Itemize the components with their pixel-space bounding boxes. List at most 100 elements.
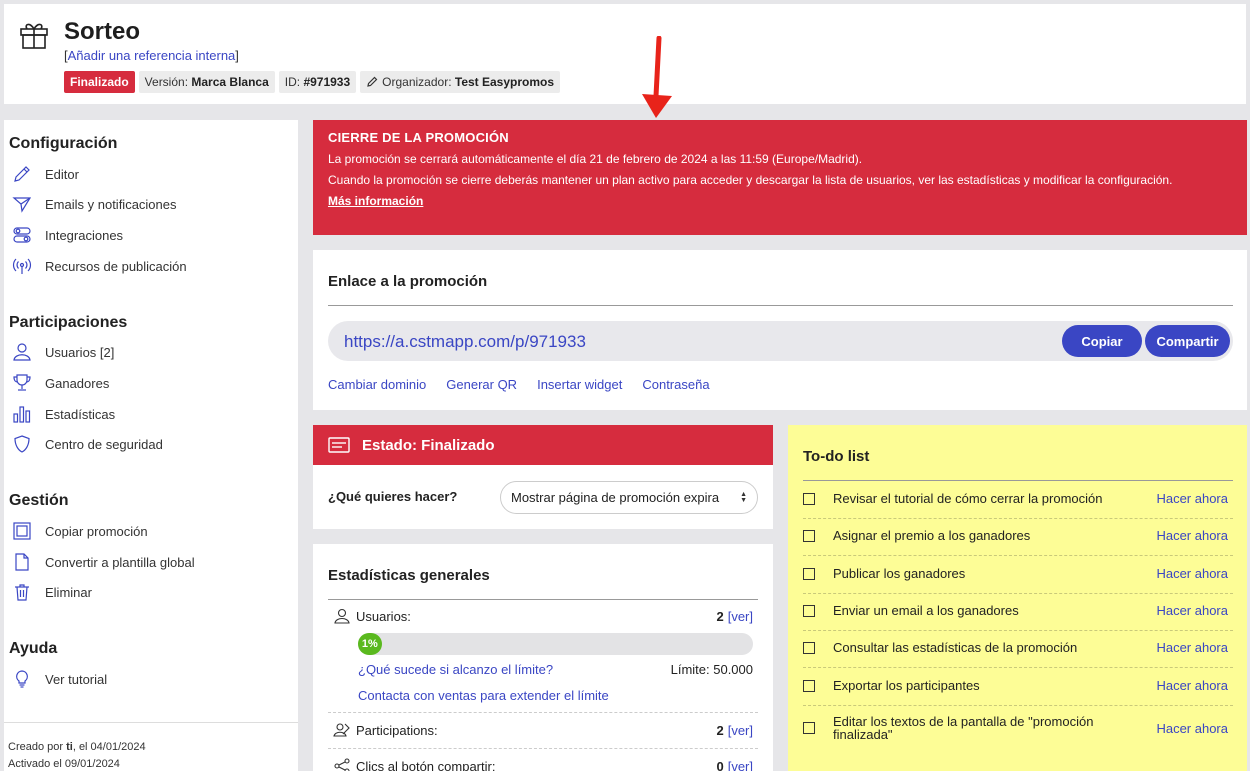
users-progress-bar: 1% xyxy=(358,633,753,655)
todo-checkbox[interactable] xyxy=(803,604,815,617)
stat-share-clicks: Clics al botón compartir: 0 [ver] xyxy=(333,757,753,771)
divider xyxy=(328,599,758,600)
sidebar-item-integrations[interactable]: Integraciones xyxy=(12,222,123,248)
copy-button[interactable]: Copiar xyxy=(1062,325,1142,357)
status-action-select[interactable]: Mostrar página de promoción expira ▲ ▼ xyxy=(500,481,758,514)
copy-icon xyxy=(13,522,31,540)
view-participations-link[interactable]: [ver] xyxy=(728,723,753,738)
status-card: ¿Qué quieres hacer? Mostrar página de pr… xyxy=(313,465,773,529)
page-title: Sorteo xyxy=(64,18,141,45)
todo-checkbox[interactable] xyxy=(803,529,815,542)
todo-checkbox[interactable] xyxy=(803,567,815,580)
promotion-badges: Finalizado Versión: Marca Blanca ID: #97… xyxy=(64,71,561,93)
promotion-url[interactable]: https://a.cstmapp.com/p/971933 xyxy=(344,332,586,352)
sidebar-section-help: Ayuda xyxy=(9,640,58,657)
divider xyxy=(328,712,758,713)
trash-icon xyxy=(15,584,29,601)
sidebar-section-management: Gestión xyxy=(9,492,69,509)
version-badge: Versión: Marca Blanca xyxy=(138,71,275,93)
password-link[interactable]: Contraseña xyxy=(642,377,709,392)
do-now-link[interactable]: Hacer ahora xyxy=(1156,721,1228,736)
todo-item: Exportar los participantes Hacer ahora xyxy=(803,678,1233,693)
pencil-icon xyxy=(14,166,30,182)
insert-widget-link[interactable]: Insertar widget xyxy=(537,377,622,392)
organizer-badge[interactable]: Organizador: Test Easypromos xyxy=(360,71,561,93)
sidebar-item-users[interactable]: Usuarios [2] xyxy=(12,339,114,365)
do-now-link[interactable]: Hacer ahora xyxy=(1156,640,1228,655)
sidebar-item-copy-promotion[interactable]: Copiar promoción xyxy=(12,518,148,544)
progress-fill: 1% xyxy=(358,633,382,655)
sidebar-item-security-center[interactable]: Centro de seguridad xyxy=(12,431,163,457)
user-icon xyxy=(13,343,31,361)
bar-chart-icon xyxy=(13,406,31,423)
sidebar-item-delete[interactable]: Eliminar xyxy=(12,579,92,605)
divider xyxy=(803,480,1233,481)
participations-icon xyxy=(333,723,350,737)
sidebar-item-editor[interactable]: Editor xyxy=(12,161,79,187)
gift-icon xyxy=(20,23,48,49)
divider xyxy=(328,305,1233,306)
ticket-icon xyxy=(328,437,350,453)
do-now-link[interactable]: Hacer ahora xyxy=(1156,566,1228,581)
todo-title: To-do list xyxy=(803,448,870,465)
status-badge: Finalizado xyxy=(64,71,135,93)
sidebar-item-tutorial[interactable]: Ver tutorial xyxy=(12,666,107,692)
alert-line-1: La promoción se cerrará automáticamente … xyxy=(328,152,863,166)
sidebar-item-emails[interactable]: Emails y notificaciones xyxy=(12,191,177,217)
do-now-link[interactable]: Hacer ahora xyxy=(1156,528,1228,543)
closing-alert: CIERRE DE LA PROMOCIÓN La promoción se c… xyxy=(313,120,1247,235)
todo-checkbox[interactable] xyxy=(803,722,815,734)
todo-checkbox[interactable] xyxy=(803,492,815,505)
activated-info: Activado el 09/01/2024 xyxy=(8,758,120,770)
broadcast-icon xyxy=(12,258,32,274)
send-icon xyxy=(12,197,32,213)
todo-item: Consultar las estadísticas de la promoci… xyxy=(803,640,1233,655)
contact-sales-link[interactable]: Contacta con ventas para extender el lím… xyxy=(358,688,609,703)
toggles-icon xyxy=(13,227,31,243)
status-question: ¿Qué quieres hacer? xyxy=(328,489,458,504)
stats-title: Estadísticas generales xyxy=(328,567,490,584)
do-now-link[interactable]: Hacer ahora xyxy=(1156,678,1228,693)
alert-title: CIERRE DE LA PROMOCIÓN xyxy=(328,130,509,145)
todo-item: Publicar los ganadores Hacer ahora xyxy=(803,566,1233,581)
lightbulb-icon xyxy=(16,670,28,688)
file-icon xyxy=(15,553,29,571)
stat-participations: Participations: 2 [ver] xyxy=(333,721,753,739)
id-badge: ID: #971933 xyxy=(278,71,357,93)
view-share-clicks-link[interactable]: [ver] xyxy=(728,759,753,771)
general-stats-card: Estadísticas generales Usuarios: 2 [ver] … xyxy=(313,544,773,771)
todo-item: Revisar el tutorial de cómo cerrar la pr… xyxy=(803,491,1233,506)
promotion-header: Sorteo [Añadir una referencia interna] F… xyxy=(4,4,1246,104)
add-internal-reference-link[interactable]: Añadir una referencia interna xyxy=(68,48,236,63)
todo-checkbox[interactable] xyxy=(803,679,815,692)
status-header: Estado: Finalizado xyxy=(313,425,773,465)
link-card-title: Enlace a la promoción xyxy=(328,273,488,290)
todo-item: Editar los textos de la pantalla de "pro… xyxy=(803,715,1233,741)
sidebar-section-config: Configuración xyxy=(9,135,118,152)
view-users-link[interactable]: [ver] xyxy=(728,609,753,624)
sidebar-footer: Creado por ti, el 04/01/2024 Activado el… xyxy=(4,722,298,771)
sidebar-item-convert-template[interactable]: Convertir a plantilla global xyxy=(12,549,195,575)
todo-checkbox[interactable] xyxy=(803,641,815,654)
more-info-link[interactable]: Más información xyxy=(328,194,423,208)
red-arrow-annotation xyxy=(642,36,672,118)
promotion-link-card: Enlace a la promoción https://a.cstmapp.… xyxy=(313,250,1247,410)
generate-qr-link[interactable]: Generar QR xyxy=(446,377,517,392)
sidebar-item-publication-resources[interactable]: Recursos de publicación xyxy=(12,253,187,279)
sidebar-item-statistics[interactable]: Estadísticas xyxy=(12,401,115,427)
select-caret-icon: ▲ ▼ xyxy=(740,491,747,504)
alert-line-2: Cuando la promoción se cierre deberás ma… xyxy=(328,173,1173,187)
sidebar-item-winners[interactable]: Ganadores xyxy=(12,370,109,396)
limit-question-link[interactable]: ¿Qué sucede si alcanzo el límite? xyxy=(358,662,553,677)
do-now-link[interactable]: Hacer ahora xyxy=(1156,491,1228,506)
todo-list-card: To-do list Revisar el tutorial de cómo c… xyxy=(788,425,1247,771)
divider xyxy=(328,748,758,749)
change-domain-link[interactable]: Cambiar dominio xyxy=(328,377,426,392)
todo-item: Asignar el premio a los ganadores Hacer … xyxy=(803,528,1233,543)
todo-item: Enviar un email a los ganadores Hacer ah… xyxy=(803,603,1233,618)
share-button[interactable]: Compartir xyxy=(1145,325,1230,357)
trophy-icon xyxy=(13,374,31,391)
sidebar: Configuración Editor Emails y notificaci… xyxy=(4,120,298,771)
do-now-link[interactable]: Hacer ahora xyxy=(1156,603,1228,618)
internal-reference: [Añadir una referencia interna] xyxy=(64,48,239,63)
